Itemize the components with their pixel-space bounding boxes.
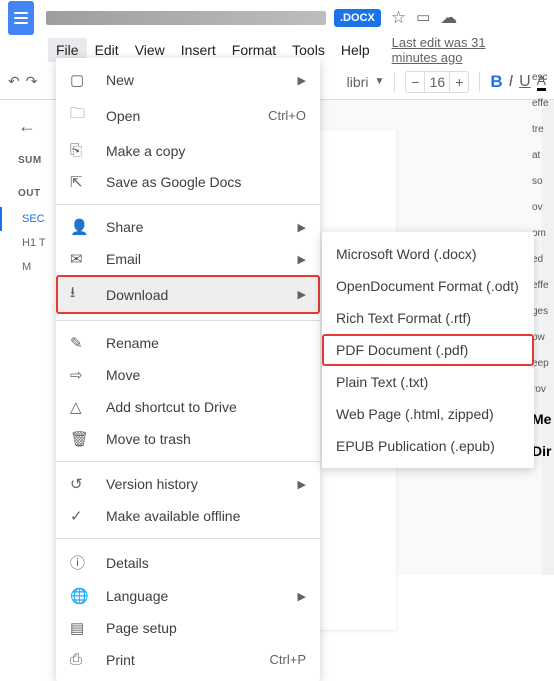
download-option-epub-publication-epub-[interactable]: EPUB Publication (.epub) [322, 430, 534, 462]
save-drive-icon: ⇱ [70, 173, 90, 191]
file-menu-item-move-to-trash[interactable]: 🗑 Move to trash [56, 423, 320, 455]
menu-separator [56, 461, 320, 462]
menu-item-label: Share [106, 219, 298, 235]
title-bar: .DOCX ☆ ▭ ☁ [0, 0, 554, 36]
menu-item-label: Open [106, 108, 268, 124]
menu-shortcut: Ctrl+P [270, 652, 306, 667]
font-size-value[interactable]: 16 [424, 72, 450, 92]
menu-item-label: Print [106, 652, 270, 668]
last-edit-info[interactable]: Last edit was 31 minutes ago [392, 35, 506, 65]
font-size-decrease[interactable]: − [406, 72, 424, 92]
underline-button[interactable]: U [519, 73, 531, 91]
pencil-icon: ✎ [70, 334, 90, 352]
undo-icon[interactable]: ↶ [8, 73, 20, 90]
menu-item-label: Download [106, 287, 298, 303]
file-menu-item-version-history[interactable]: ↺ Version history▶ [56, 468, 320, 500]
submenu-arrow-icon: ▶ [298, 74, 306, 87]
page-setup-icon: ▤ [70, 619, 90, 637]
move-folder-icon: ⇨ [70, 366, 90, 384]
submenu-arrow-icon: ▶ [298, 221, 306, 234]
sidebar-heading-summary: SUM [0, 141, 56, 174]
font-size-control: − 16 + [405, 71, 469, 93]
menu-item-label: Move [106, 367, 306, 383]
copy-icon: ⎘ [70, 142, 90, 159]
submenu-arrow-icon: ▶ [298, 478, 306, 491]
file-menu-item-page-setup[interactable]: ▤ Page setup [56, 612, 320, 644]
cloud-icon[interactable]: ☁ [440, 8, 457, 28]
download-submenu: Microsoft Word (.docx)OpenDocument Forma… [322, 232, 534, 468]
file-menu-item-new[interactable]: ▢ New▶ [56, 64, 320, 96]
offline-icon: ✓ [70, 507, 90, 525]
menu-shortcut: Ctrl+O [268, 108, 306, 123]
file-menu-item-download[interactable]: ⭳ Download▶ [56, 275, 320, 314]
move-icon[interactable]: ▭ [416, 8, 430, 28]
document-title-redacted[interactable] [46, 11, 326, 25]
outline-item[interactable]: M [0, 255, 56, 279]
menu-separator [56, 204, 320, 205]
font-dropdown-icon[interactable]: ▼ [374, 76, 384, 87]
drive-add-icon: △ [70, 398, 90, 416]
file-menu-item-move[interactable]: ⇨ Move [56, 359, 320, 391]
outline-item[interactable]: SEC [0, 207, 56, 231]
person-plus-icon: 👤 [70, 218, 90, 236]
file-menu-item-save-as-google-docs[interactable]: ⇱ Save as Google Docs [56, 166, 320, 198]
star-icon[interactable]: ☆ [391, 8, 406, 28]
menu-item-label: Move to trash [106, 431, 306, 447]
redo-icon[interactable]: ↷ [26, 73, 38, 90]
menu-item-label: New [106, 72, 298, 88]
menu-item-label: Details [106, 555, 306, 571]
download-icon: ⭳ [70, 282, 90, 307]
info-icon: ⓘ [70, 552, 90, 573]
italic-button[interactable]: I [509, 73, 513, 91]
download-option-plain-text-txt-[interactable]: Plain Text (.txt) [322, 366, 534, 398]
file-menu-item-add-shortcut-to-drive[interactable]: △ Add shortcut to Drive [56, 391, 320, 423]
download-option-pdf-document-pdf-[interactable]: PDF Document (.pdf) [322, 334, 534, 366]
docx-badge: .DOCX [334, 9, 381, 27]
envelope-icon: ✉ [70, 250, 90, 268]
menu-item-label: Version history [106, 476, 298, 492]
outline-sidebar: ← SUM OUT SEC H1 T M [0, 100, 56, 575]
menu-help[interactable]: Help [333, 38, 378, 62]
download-option-web-page-html-zipped-[interactable]: Web Page (.html, zipped) [322, 398, 534, 430]
file-menu-item-open[interactable]: 🗀 OpenCtrl+O [56, 96, 320, 135]
download-option-rich-text-format-rtf-[interactable]: Rich Text Format (.rtf) [322, 302, 534, 334]
submenu-arrow-icon: ▶ [298, 253, 306, 266]
back-arrow-icon[interactable]: ← [0, 112, 56, 141]
outline-item[interactable]: H1 T [0, 231, 56, 255]
menu-item-label: Save as Google Docs [106, 174, 306, 190]
submenu-arrow-icon: ▶ [298, 590, 306, 603]
menu-separator [56, 320, 320, 321]
menu-item-label: Language [106, 588, 298, 604]
file-menu-item-make-available-offline[interactable]: ✓ Make available offline [56, 500, 320, 532]
menu-item-label: Email [106, 251, 298, 267]
menu-separator [56, 538, 320, 539]
font-size-increase[interactable]: + [450, 72, 468, 92]
file-menu-item-email[interactable]: ✉ Email▶ [56, 243, 320, 275]
menu-item-label: Page setup [106, 620, 306, 636]
font-select[interactable]: libri [347, 74, 369, 90]
print-icon: ⎙ [70, 651, 90, 668]
download-option-opendocument-format-odt-[interactable]: OpenDocument Format (.odt) [322, 270, 534, 302]
sidebar-heading-outline: OUT [0, 174, 56, 207]
bold-button[interactable]: B [490, 72, 502, 92]
docs-logo-icon[interactable] [8, 1, 34, 35]
submenu-arrow-icon: ▶ [298, 288, 306, 301]
document-text-fragment: esceffetreatsoovomedeffegesoweeprovMeDir [532, 70, 550, 473]
globe-icon: 🌐 [70, 587, 90, 605]
menu-item-label: Make a copy [106, 143, 306, 159]
trash-icon: 🗑 [70, 430, 90, 448]
plus-box-icon: ▢ [70, 71, 90, 89]
file-menu-dropdown: ▢New▶🗀OpenCtrl+O⎘Make a copy⇱Save as Goo… [56, 58, 320, 681]
file-menu-item-make-a-copy[interactable]: ⎘ Make a copy [56, 135, 320, 166]
file-menu-item-print[interactable]: ⎙ PrintCtrl+P [56, 644, 320, 675]
file-menu-item-language[interactable]: 🌐 Language▶ [56, 580, 320, 612]
file-menu-item-share[interactable]: 👤 Share▶ [56, 211, 320, 243]
download-option-microsoft-word-docx-[interactable]: Microsoft Word (.docx) [322, 238, 534, 270]
menu-item-label: Add shortcut to Drive [106, 399, 306, 415]
menu-item-label: Rename [106, 335, 306, 351]
menu-item-label: Make available offline [106, 508, 306, 524]
file-menu-item-rename[interactable]: ✎ Rename [56, 327, 320, 359]
history-icon: ↺ [70, 475, 90, 493]
folder-icon: 🗀 [70, 103, 90, 128]
